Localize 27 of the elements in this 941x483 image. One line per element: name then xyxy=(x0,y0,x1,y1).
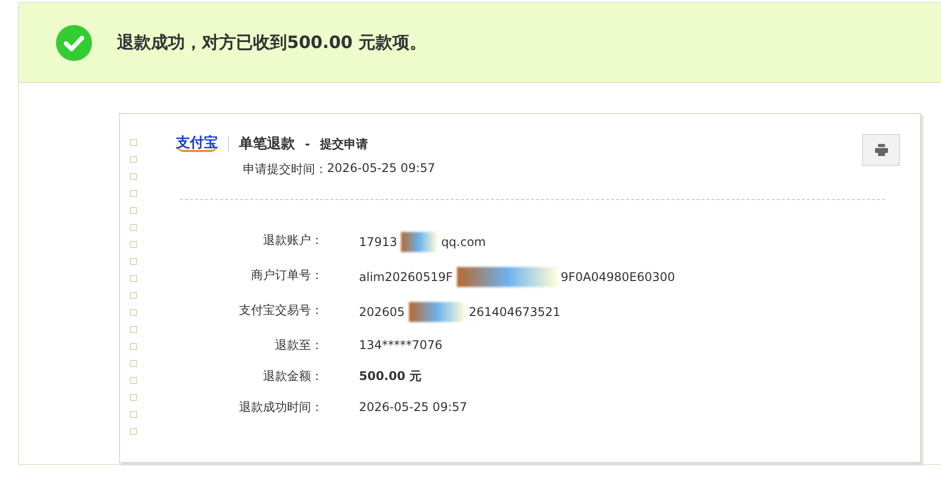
field-label: 商户订单号： xyxy=(250,267,323,284)
submit-time-label: 申请提交时间： xyxy=(243,161,327,178)
logo: 支付宝 xyxy=(176,136,218,152)
receipt-title: 单笔退款 xyxy=(239,135,295,153)
step-label: 提交申请 xyxy=(320,136,368,152)
field-value: 2026-05-25 09:57 xyxy=(359,399,468,415)
submit-time-value: 2026-05-25 09:57 xyxy=(327,161,436,177)
success-message: 退款成功，对方已收到500.00 元款项。 xyxy=(117,32,427,54)
redaction-blur xyxy=(408,302,465,322)
field-value: 134*****7076 xyxy=(359,337,442,353)
redaction-blur xyxy=(401,232,438,252)
field-value: alim20260519F xyxy=(359,269,453,285)
field-value: 202605 xyxy=(359,304,405,320)
field-value: qq.com xyxy=(441,234,486,250)
title-dash: - xyxy=(305,137,310,151)
check-icon xyxy=(56,24,92,60)
field-label: 支付宝交易号： xyxy=(238,302,323,319)
field-value: 261404673521 xyxy=(468,304,560,320)
field-label: 退款至： xyxy=(274,337,323,353)
field-value: 9F0A04980E60300 xyxy=(560,269,676,285)
print-button[interactable] xyxy=(862,134,900,166)
field-value: 500.00 元 xyxy=(359,368,422,384)
printer-icon xyxy=(874,144,888,156)
field-value: 17913 xyxy=(359,234,398,250)
field-label: 退款账户： xyxy=(262,232,323,249)
field-label: 退款金额： xyxy=(262,368,323,384)
field-label: 退款成功时间： xyxy=(238,399,323,415)
